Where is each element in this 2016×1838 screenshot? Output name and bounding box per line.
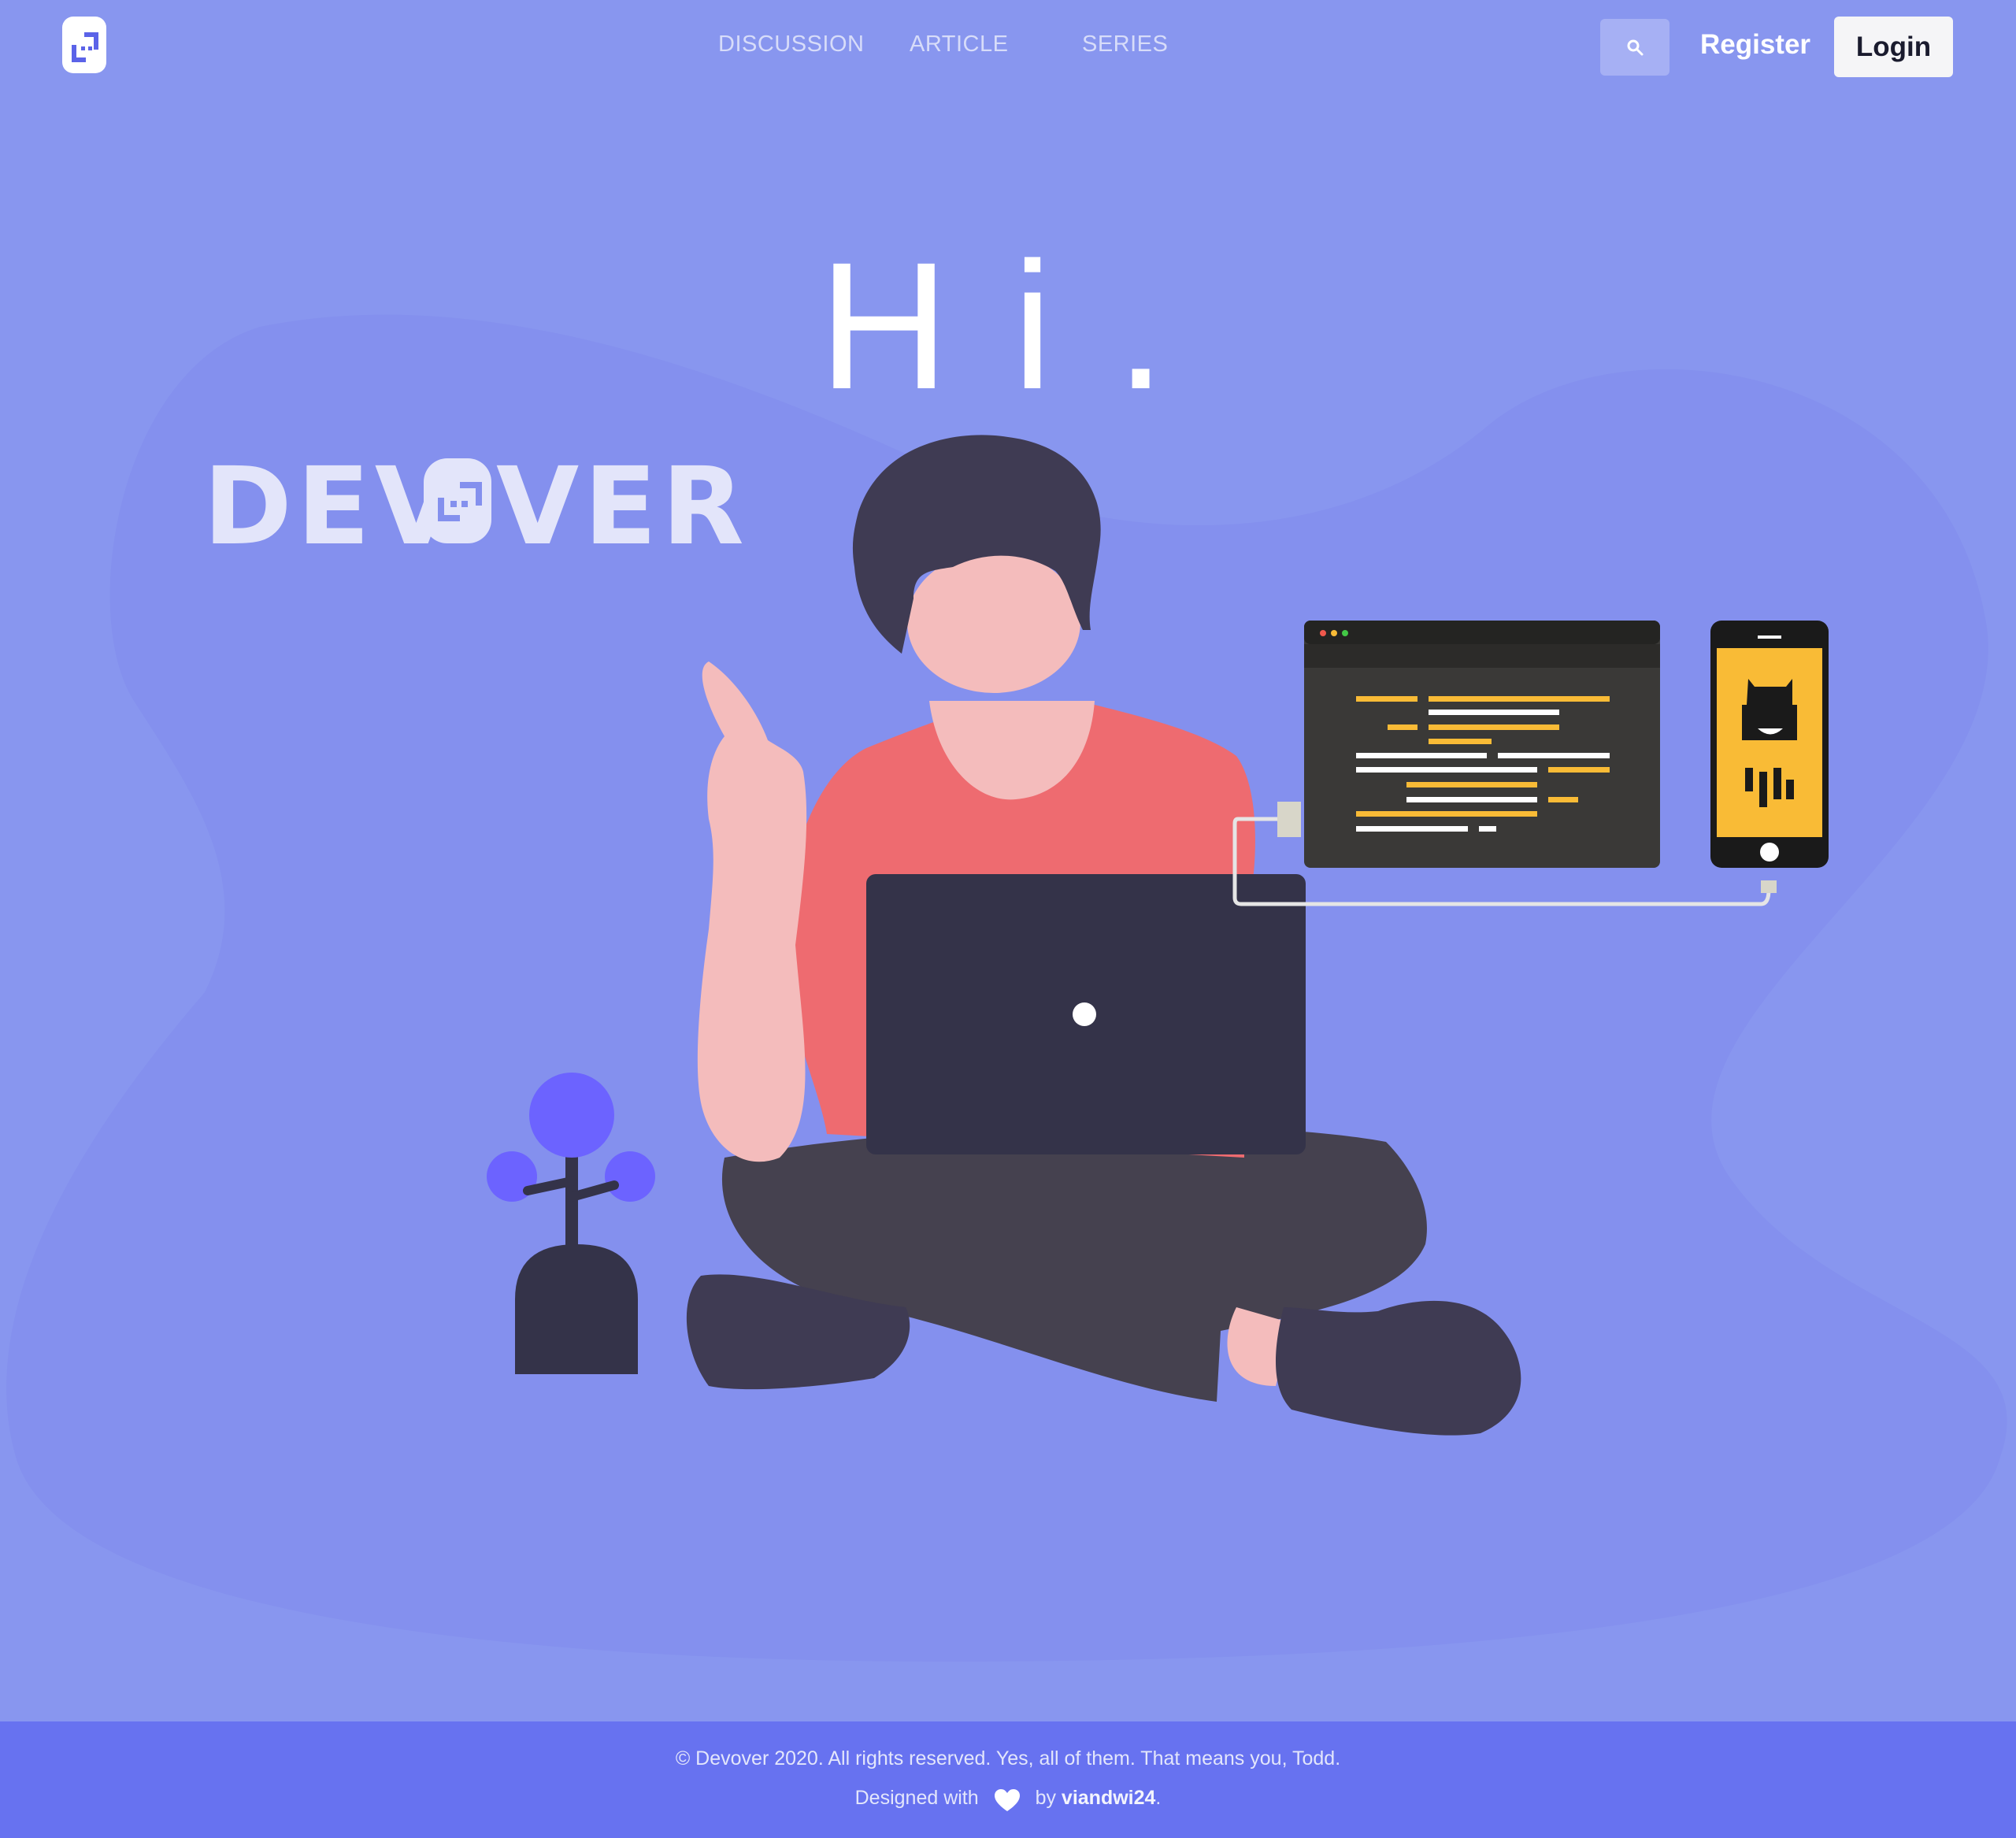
search-icon bbox=[1627, 39, 1644, 56]
navbar: DISCUSSION ARTICLE SERIES Register Login bbox=[0, 0, 2016, 94]
phone-illustration bbox=[1710, 621, 1829, 868]
footer-author-link[interactable]: viandwi24 bbox=[1062, 1787, 1156, 1809]
nav-link-series[interactable]: SERIES bbox=[1082, 31, 1168, 57]
login-button[interactable]: Login bbox=[1834, 17, 1953, 77]
svg-text:VER: VER bbox=[496, 445, 749, 569]
footer-suffix: . bbox=[1155, 1787, 1162, 1809]
svg-text:DEV: DEV bbox=[203, 445, 462, 569]
nav-link-discussion[interactable]: DISCUSSION bbox=[718, 31, 864, 57]
nav-link-article[interactable]: ARTICLE bbox=[910, 31, 1008, 57]
page: DEV VER DISCUSSION ARTICLE SERIES Regist… bbox=[0, 0, 2016, 1838]
devover-logo-icon[interactable] bbox=[62, 17, 106, 73]
search-button[interactable] bbox=[1600, 19, 1670, 76]
monitor-code-illustration bbox=[1304, 621, 1660, 868]
footer-copyright: © Devover 2020. All rights reserved. Yes… bbox=[675, 1747, 1341, 1769]
hero-title: Hi. bbox=[818, 224, 1229, 428]
heart-icon bbox=[994, 1789, 1020, 1811]
footer-designed-by: by bbox=[1035, 1787, 1056, 1809]
footer: © Devover 2020. All rights reserved. Yes… bbox=[0, 1721, 2016, 1838]
footer-credits: Designed with by viandwi24. bbox=[0, 1787, 2016, 1812]
footer-designed-prefix: Designed with bbox=[854, 1787, 979, 1809]
register-link[interactable]: Register bbox=[1700, 29, 1810, 61]
